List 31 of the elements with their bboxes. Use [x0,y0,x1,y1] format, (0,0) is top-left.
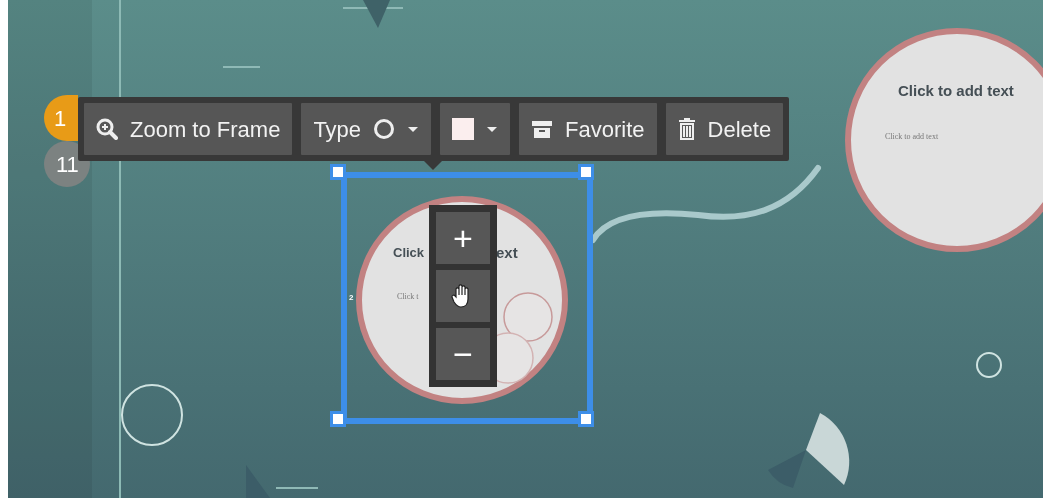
resize-handle[interactable] [330,411,346,427]
trash-icon [677,118,696,140]
frame-title: Click to add text [898,81,1014,101]
selection-frame[interactable] [341,172,593,424]
wedge-shape [363,0,390,28]
zoom-out-button[interactable]: − [436,328,490,380]
delete-button[interactable]: Delete [665,103,784,155]
frame-title: Click [393,244,425,262]
type-dropdown[interactable]: Type [301,103,432,155]
resize-handle[interactable] [578,411,594,427]
favorite-button[interactable]: Favorite [519,103,657,155]
archive-box-icon [531,119,554,139]
dash-line [222,66,261,68]
resize-handle[interactable] [330,164,346,180]
small-frame-circle [503,292,553,342]
frame-title: ext [496,243,518,263]
frame-body-text: Click t [397,291,419,303]
circle-outline [976,352,1002,378]
zoom-to-frame-button[interactable]: Zoom to Frame [84,103,293,155]
resize-handle[interactable] [578,164,594,180]
frame-body-text: Click to add text [885,131,939,143]
zoom-in-icon [96,118,118,140]
circle-outline [121,384,183,446]
color-dropdown[interactable] [440,103,511,155]
pan-button[interactable] [436,270,490,322]
dash-line [275,487,319,489]
caret-icon [486,125,499,133]
circle-icon [373,118,396,140]
caret-icon [407,125,420,133]
frame-number: 2 [349,292,354,304]
zoom-in-button[interactable]: + [436,212,490,264]
